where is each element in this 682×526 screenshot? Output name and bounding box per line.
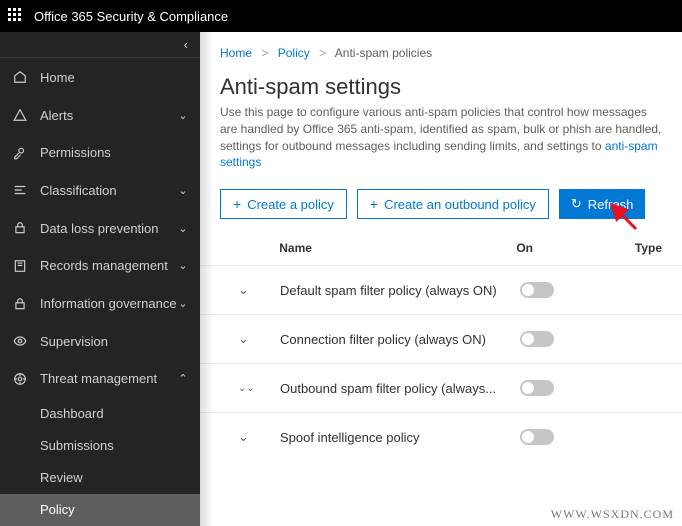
chevron-down-icon: ⌄ [238,331,249,347]
sidebar-item-classification[interactable]: Classification ⌄ [0,172,200,210]
chevron-down-icon: ⌄ [238,282,249,298]
on-toggle[interactable] [520,282,554,298]
row-name: Default spam filter policy (always ON) [280,283,520,298]
sidebar-sub-label: Dashboard [40,406,104,421]
sidebar-item-home[interactable]: Home [0,58,200,96]
alerts-icon [12,107,28,123]
sidebar-item-label: Alerts [40,108,178,123]
sidebar-sub-submissions[interactable]: Submissions [0,430,200,462]
sidebar-sub-label: Review [40,470,83,485]
table-row[interactable]: ⌄ Spoof intelligence policy [200,412,682,461]
plus-icon [233,196,241,212]
create-policy-button[interactable]: Create a policy [220,189,347,219]
home-icon [12,69,28,85]
sidebar-item-threat[interactable]: Threat management ⌃ [0,360,200,398]
app-title: Office 365 Security & Compliance [34,9,228,24]
page-description: Use this page to configure various anti-… [200,104,682,171]
sidebar-item-records[interactable]: Records management ⌄ [0,247,200,285]
chevron-up-icon: ⌃ [178,372,188,385]
sidebar-item-label: Information governance [40,296,178,311]
row-name: Connection filter policy (always ON) [280,332,520,347]
row-name: Outbound spam filter policy (always... [280,381,520,396]
plus-icon [370,196,378,212]
sidebar-item-governance[interactable]: Information governance ⌄ [0,285,200,323]
refresh-button[interactable]: Refresh [559,189,645,219]
main-content: Home > Policy > Anti-spam policies Anti-… [200,32,682,526]
sidebar-sub-dashboard[interactable]: Dashboard [0,398,200,430]
sidebar-item-permissions[interactable]: Permissions [0,134,200,172]
expand-toggle[interactable]: ⌄ [220,282,280,298]
chevron-down-icon: ⌄ [238,429,249,445]
on-toggle[interactable] [520,331,554,347]
toolbar: Create a policy Create an outbound polic… [200,171,682,231]
breadcrumb-current: Anti-spam policies [335,46,432,60]
sidebar-item-label: Home [40,70,188,85]
expand-toggle[interactable]: ⌄⌄ [220,383,280,394]
top-bar: Office 365 Security & Compliance [0,0,682,32]
dlp-icon [12,220,28,236]
sidebar-item-label: Supervision [40,334,188,349]
on-toggle[interactable] [520,380,554,396]
sidebar-item-label: Classification [40,183,178,198]
supervision-icon [12,333,28,349]
records-icon [12,258,28,274]
sidebar-sub-policy[interactable]: Policy [0,494,200,526]
classification-icon [12,182,28,198]
chevron-down-icon: ⌄⌄ [238,383,255,394]
table-row[interactable]: ⌄ Default spam filter policy (always ON) [200,265,682,314]
button-label: Create an outbound policy [384,197,536,212]
chevron-down-icon: ⌄ [178,222,188,235]
sidebar-item-label: Permissions [40,145,188,160]
chevron-down-icon: ⌄ [178,297,188,310]
sidebar-item-dlp[interactable]: Data loss prevention ⌄ [0,209,200,247]
breadcrumb-policy[interactable]: Policy [278,46,310,60]
sidebar-item-label: Threat management [40,371,178,386]
col-header-name[interactable]: Name [279,241,516,255]
page-title: Anti-spam settings [200,60,682,104]
app-launcher-icon[interactable] [8,8,24,24]
breadcrumb: Home > Policy > Anti-spam policies [200,32,682,60]
table-row[interactable]: ⌄ Connection filter policy (always ON) [200,314,682,363]
chevron-down-icon: ⌄ [178,259,188,272]
create-outbound-button[interactable]: Create an outbound policy [357,189,549,219]
sidebar-item-alerts[interactable]: Alerts ⌄ [0,96,200,134]
col-header-on[interactable]: On [516,241,635,255]
watermark: WWW.WSXDN.COM [551,507,674,522]
sidebar-item-label: Records management [40,258,178,273]
button-label: Create a policy [247,197,334,212]
sidebar-sub-label: Policy [40,502,75,517]
sidebar-sub-label: Submissions [40,438,114,453]
on-toggle[interactable] [520,429,554,445]
breadcrumb-home[interactable]: Home [220,46,252,60]
desc-text: Use this page to configure various anti-… [220,105,661,153]
button-label: Refresh [588,197,634,212]
governance-icon [12,296,28,312]
chevron-down-icon: ⌄ [178,184,188,197]
sidebar-item-supervision[interactable]: Supervision [0,322,200,360]
col-header-type[interactable]: Type [635,241,662,255]
row-name: Spoof intelligence policy [280,430,520,445]
sidebar: ‹ Home Alerts ⌄ Permissions Classificati… [0,32,200,526]
sidebar-sub-review[interactable]: Review [0,462,200,494]
table-row[interactable]: ⌄⌄ Outbound spam filter policy (always..… [200,363,682,412]
permissions-icon [12,145,28,161]
refresh-icon [571,196,582,212]
chevron-down-icon: ⌄ [178,109,188,122]
collapse-toggle[interactable]: ‹ [0,32,200,58]
sidebar-item-label: Data loss prevention [40,221,178,236]
threat-icon [12,371,28,387]
table-header: Name On Type [200,231,682,265]
expand-toggle[interactable]: ⌄ [220,331,280,347]
chevron-left-icon: ‹ [184,37,188,52]
expand-toggle[interactable]: ⌄ [220,429,280,445]
